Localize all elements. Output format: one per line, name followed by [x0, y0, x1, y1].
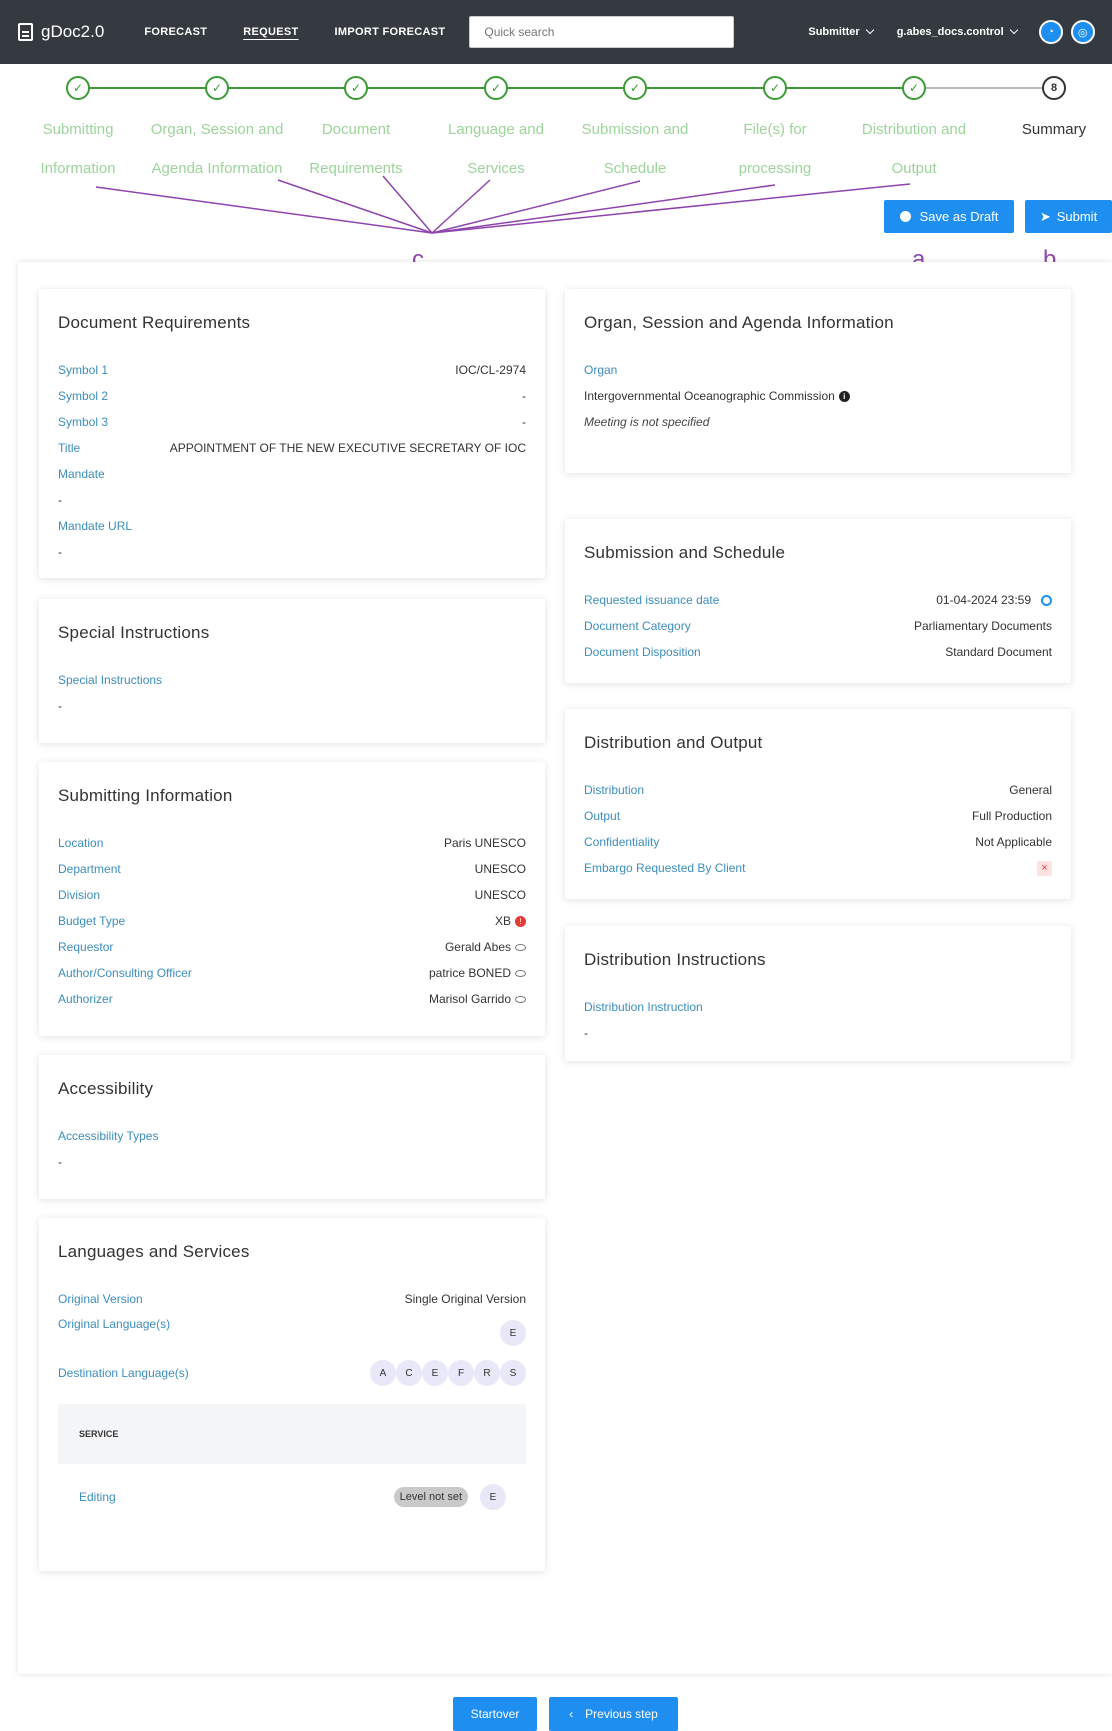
close-icon: ×: [1037, 860, 1052, 876]
submission-schedule-card: Submission and Schedule Requested issuan…: [565, 519, 1071, 683]
eye-icon[interactable]: [515, 969, 526, 977]
submit-button[interactable]: ➤ Submit: [1025, 200, 1112, 233]
field-row: Symbol 2-: [58, 389, 526, 403]
card-title: Accessibility: [58, 1079, 154, 1098]
card-title: Distribution and Output: [584, 733, 763, 752]
field-row: Document Category Parliamentary Documents: [584, 619, 1052, 633]
field-row: Authorizer Marisol Garrido: [58, 986, 526, 1012]
distribution-instructions-card: Distribution Instructions Distribution I…: [565, 926, 1071, 1061]
info-icon[interactable]: i: [838, 390, 850, 402]
language-badge: E: [480, 1484, 506, 1510]
language-badge: F: [448, 1360, 474, 1386]
paper-plane-icon: ➤: [1039, 208, 1051, 224]
accessibility-card: Accessibility Accessibility Types -: [39, 1055, 545, 1199]
field-row: Requestor Gerald Abes: [58, 934, 526, 960]
card-title: Organ, Session and Agenda Information: [584, 313, 894, 332]
startover-button[interactable]: Startover: [453, 1697, 537, 1731]
field-row: Division UNESCO: [58, 888, 526, 902]
service-table-header: SERVICE: [58, 1404, 526, 1464]
document-requirements-card: Document Requirements Symbol 1 IOC/CL-297…: [39, 289, 545, 578]
destination-languages: A C E F R S: [370, 1360, 526, 1386]
card-title: Special Instructions: [58, 623, 210, 642]
card-title: Distribution Instructions: [584, 950, 766, 969]
card-title: Submission and Schedule: [584, 543, 786, 562]
card-title: Submitting Information: [58, 786, 233, 805]
card-title: Languages and Services: [58, 1242, 250, 1261]
save-as-draft-button[interactable]: Save as Draft: [884, 200, 1014, 233]
field-row: Confidentiality Not Applicable: [584, 835, 1052, 849]
alert-icon[interactable]: !: [515, 915, 526, 927]
field-row: Symbol 3-: [58, 415, 526, 429]
language-badge: E: [500, 1320, 526, 1346]
distribution-output-card: Distribution and Output Distribution Gene…: [565, 709, 1071, 899]
save-icon: [899, 211, 911, 222]
language-badge: A: [370, 1360, 396, 1386]
submitting-information-card: Submitting Information Location Paris UNE…: [39, 762, 545, 1036]
language-badge: R: [474, 1360, 500, 1386]
field-row: Title APPOINTMENT OF THE NEW EXECUTIVE SE…: [58, 441, 526, 455]
field-row: Embargo Requested By Client ×: [584, 855, 1052, 881]
mandate-field: Mandate - Mandate URL -: [58, 467, 133, 559]
organ-session-card: Organ, Session and Agenda Information Or…: [565, 289, 1071, 473]
field-row: Requested issuance date 01-04-2024 23:59: [584, 587, 1052, 613]
level-badge: Level not set: [393, 1487, 468, 1507]
table-row: Editing Level not set E: [58, 1464, 526, 1530]
eye-icon[interactable]: [515, 943, 526, 951]
special-instructions-card: Special Instructions Special Instruction…: [39, 599, 545, 743]
field-row: Symbol 1 IOC/CL-2974: [58, 363, 526, 377]
language-badge: E: [422, 1360, 448, 1386]
meeting-note: Meeting is not specified: [584, 415, 710, 429]
field-row: Output Full Production: [584, 809, 1052, 823]
language-badge: S: [500, 1360, 526, 1386]
chevron-left-icon: ‹: [569, 1707, 574, 1721]
field-row: Location Paris UNESCO: [58, 836, 526, 850]
field-row: Document Disposition Standard Document: [584, 645, 1052, 659]
eye-icon[interactable]: [515, 995, 526, 1003]
language-badge: C: [396, 1360, 422, 1386]
field-row: Budget Type XB!: [58, 908, 526, 934]
card-title: Document Requirements: [58, 313, 251, 332]
languages-services-card: Languages and Services Original Version S…: [39, 1218, 545, 1571]
previous-step-button[interactable]: ‹ Previous step: [549, 1697, 678, 1731]
field-row: Distribution General: [584, 783, 1052, 797]
field-row: Author/Consulting Officer patrice BONED: [58, 960, 526, 986]
clock-icon: [1041, 594, 1052, 606]
field-row: Department UNESCO: [58, 862, 526, 876]
